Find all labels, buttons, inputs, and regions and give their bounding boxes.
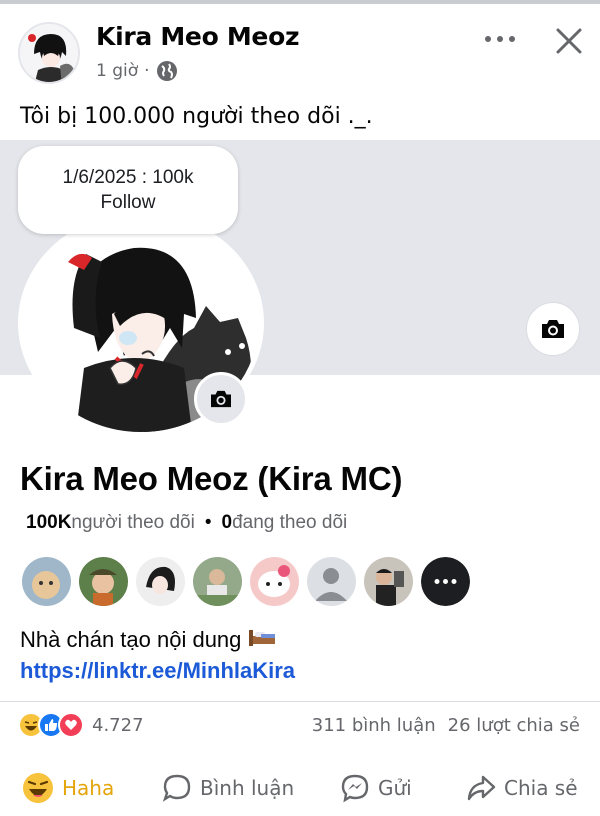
profile-link[interactable]: https://linktr.ee/MinhlaKira bbox=[20, 658, 295, 684]
haha-label: Haha bbox=[62, 776, 115, 800]
messenger-icon bbox=[341, 774, 369, 803]
share-button[interactable]: Chia sẻ bbox=[466, 773, 578, 803]
profile-bio: Nhà chán tạo nội dung bbox=[20, 626, 277, 654]
post-time[interactable]: 1 giờ bbox=[96, 61, 138, 81]
more-options-button[interactable] bbox=[478, 24, 522, 54]
close-icon bbox=[556, 28, 582, 54]
engagement-counts: 311 bình luận 26 lượt chia sẻ bbox=[312, 715, 580, 736]
post-meta: 1 giờ · bbox=[96, 60, 178, 82]
camera-icon bbox=[542, 320, 564, 338]
note-line-1: 1/6/2025 : 100k bbox=[62, 167, 194, 188]
reaction-count: 4.727 bbox=[92, 714, 144, 736]
reactions-summary[interactable]: 4.727 bbox=[18, 712, 144, 738]
follower-avatar[interactable] bbox=[250, 557, 299, 606]
post-header: Kira Meo Meoz 1 giờ · bbox=[0, 8, 600, 88]
profile-name[interactable]: Kira Meo Meoz (Kira MC) bbox=[20, 460, 402, 498]
more-icon bbox=[485, 36, 515, 42]
camera-icon bbox=[211, 390, 231, 408]
send-label: Gửi bbox=[378, 776, 412, 800]
share-icon bbox=[467, 775, 496, 801]
more-followers-button[interactable] bbox=[421, 557, 470, 606]
profile-note-bubble[interactable]: 1/6/2025 : 100k Follow bbox=[18, 146, 238, 234]
author-avatar[interactable] bbox=[18, 22, 80, 84]
follow-stats: 100K người theo dõi • 0 đang theo dõi bbox=[26, 512, 347, 534]
comments-count[interactable]: 311 bình luận bbox=[312, 715, 436, 736]
comment-label: Bình luận bbox=[200, 776, 295, 800]
share-label: Chia sẻ bbox=[504, 776, 578, 800]
bio-text: Nhà chán tạo nội dung bbox=[20, 627, 242, 652]
follower-avatar[interactable] bbox=[307, 557, 356, 606]
comment-button[interactable]: Bình luận bbox=[162, 773, 294, 803]
action-bar: Haha Bình luận Gửi Chia sẻ bbox=[0, 766, 600, 810]
top-divider bbox=[0, 0, 600, 4]
shares-count[interactable]: 26 lượt chia sẻ bbox=[448, 715, 580, 736]
note-line-2: Follow bbox=[100, 192, 156, 213]
close-button[interactable] bbox=[548, 20, 590, 62]
follower-avatars bbox=[22, 557, 470, 606]
follower-avatar[interactable] bbox=[136, 557, 185, 606]
reaction-icons bbox=[18, 712, 84, 738]
reactions-divider bbox=[0, 701, 600, 702]
follower-avatar[interactable] bbox=[22, 557, 71, 606]
haha-button[interactable]: Haha bbox=[22, 772, 114, 804]
post-text: Tôi bị 100.000 người theo dõi ._. bbox=[20, 104, 373, 129]
followers-count[interactable]: 100K bbox=[26, 512, 71, 534]
follower-avatar[interactable] bbox=[193, 557, 242, 606]
following-count[interactable]: 0 bbox=[222, 512, 233, 534]
following-label[interactable]: đang theo dõi bbox=[232, 512, 347, 534]
profile-camera-button[interactable] bbox=[194, 372, 248, 426]
love-icon bbox=[58, 712, 84, 738]
globe-icon bbox=[156, 60, 178, 82]
bed-emoji bbox=[247, 626, 277, 654]
follower-avatar[interactable] bbox=[364, 557, 413, 606]
comment-icon bbox=[162, 774, 191, 802]
send-button[interactable]: Gửi bbox=[340, 773, 412, 803]
haha-icon bbox=[23, 773, 53, 803]
meta-separator: · bbox=[144, 61, 150, 81]
follower-avatar[interactable] bbox=[79, 557, 128, 606]
followers-label[interactable]: người theo dõi bbox=[71, 512, 194, 534]
author-name[interactable]: Kira Meo Meoz bbox=[96, 22, 300, 51]
stats-dot: • bbox=[204, 512, 212, 533]
cover-camera-button[interactable] bbox=[526, 302, 580, 356]
